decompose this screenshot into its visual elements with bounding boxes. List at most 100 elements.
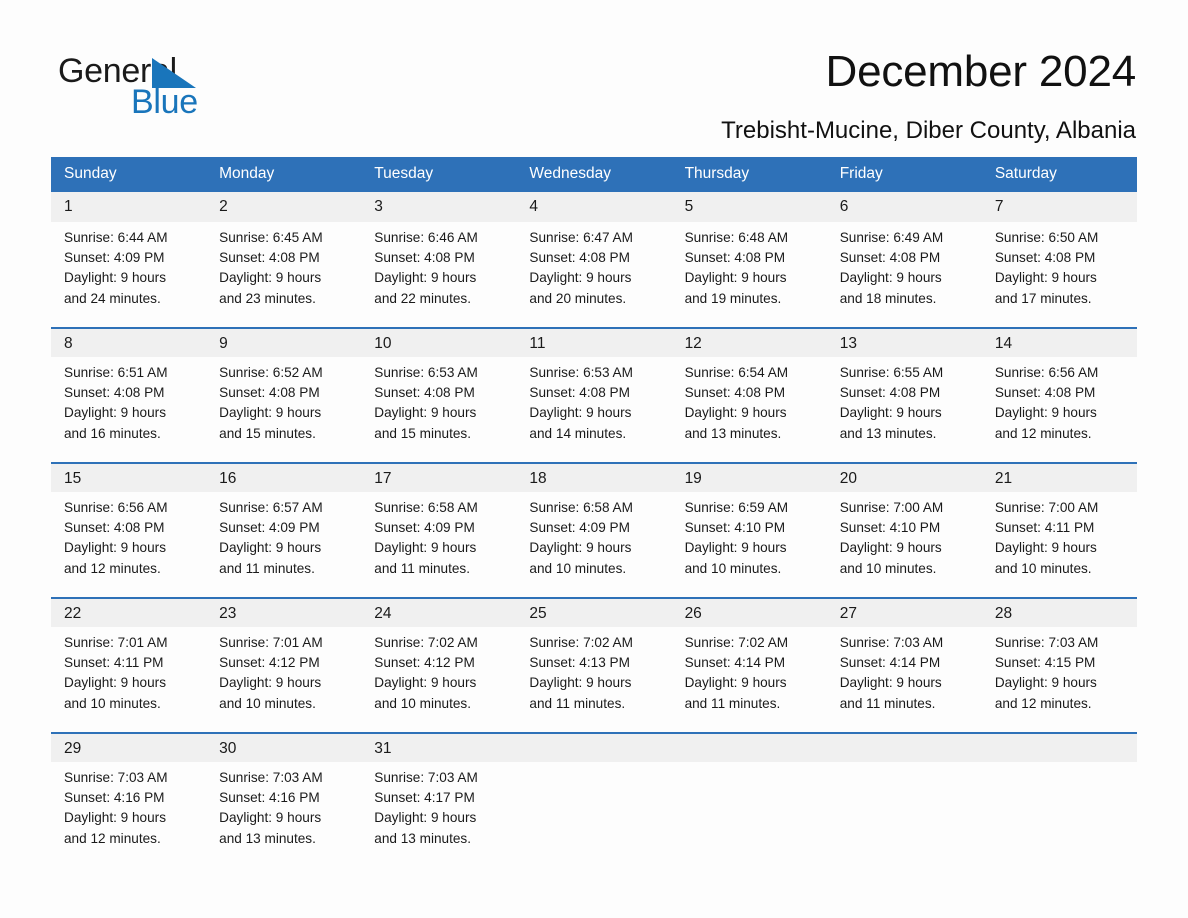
generalblue-logo[interactable]: General Blue	[58, 52, 318, 122]
calendar-day-cell[interactable]: 27 Sunrise: 7:03 AM Sunset: 4:14 PM Dayligh…	[826, 597, 982, 732]
daylight-text-line1: Daylight: 9 hours	[684, 405, 787, 421]
sunset-text: Sunset: 4:11 PM	[64, 655, 164, 671]
calendar-day-cell[interactable]: 1 Sunrise: 6:44 AM Sunset: 4:09 PM Daylight…	[51, 192, 207, 327]
sunset-text: Sunset: 4:08 PM	[529, 250, 630, 266]
calendar-day-cell[interactable]: 17 Sunrise: 6:58 AM Sunset: 4:09 PM Dayligh…	[361, 462, 517, 597]
page-header: General Blue December 2024 Trebisht-Muci…	[0, 0, 1188, 150]
sunrise-text: Sunrise: 6:45 AM	[219, 230, 323, 245]
calendar-day-cell[interactable]: 3 Sunrise: 6:46 AM Sunset: 4:08 PM Daylight…	[361, 192, 517, 327]
daylight-text-line2: and 11 minutes.	[684, 695, 781, 711]
calendar-day-cell[interactable]: 8 Sunrise: 6:51 AM Sunset: 4:08 PM Daylight…	[51, 327, 207, 462]
weekday-header-monday: Monday	[206, 157, 362, 192]
daylight-text-line1: Daylight: 9 hours	[684, 675, 787, 691]
day-number: 20	[826, 462, 982, 492]
calendar-day-cell[interactable]: 31 Sunrise: 7:03 AM Sunset: 4:17 PM Dayligh…	[361, 732, 517, 867]
sunset-text: Sunset: 4:09 PM	[529, 520, 630, 536]
sunset-text: Sunset: 4:17 PM	[374, 790, 475, 806]
calendar-day-cell[interactable]: 21 Sunrise: 7:00 AM Sunset: 4:11 PM Dayligh…	[981, 462, 1137, 597]
day-number: 1	[51, 192, 207, 222]
sunset-text: Sunset: 4:16 PM	[64, 790, 165, 806]
calendar-day-cell[interactable]: 15 Sunrise: 6:56 AM Sunset: 4:08 PM Dayligh…	[51, 462, 207, 597]
day-details: Sunrise: 7:02 AM Sunset: 4:14 PM Daylight:…	[672, 627, 827, 714]
calendar-day-cell[interactable]: 24 Sunrise: 7:02 AM Sunset: 4:12 PM Dayligh…	[361, 597, 517, 732]
daylight-text-line2: and 14 minutes.	[529, 425, 627, 441]
calendar-day-cell[interactable]: 29 Sunrise: 7:03 AM Sunset: 4:16 PM Dayligh…	[51, 732, 207, 867]
daylight-text-line1: Daylight: 9 hours	[374, 540, 477, 556]
page-title: December 2024	[825, 47, 1137, 96]
sunrise-text: Sunrise: 7:03 AM	[839, 635, 944, 650]
day-details: Sunrise: 6:53 AM Sunset: 4:08 PM Daylight:…	[361, 357, 516, 444]
calendar-day-cell[interactable]: 23 Sunrise: 7:01 AM Sunset: 4:12 PM Dayligh…	[206, 597, 362, 732]
calendar-day-cell[interactable]: 4 Sunrise: 6:47 AM Sunset: 4:08 PM Daylight…	[516, 192, 672, 327]
day-number: 10	[361, 327, 517, 357]
daylight-text-line2: and 24 minutes.	[64, 290, 161, 306]
sunrise-text: Sunrise: 7:03 AM	[219, 770, 323, 785]
daylight-text-line2: and 10 minutes.	[64, 695, 161, 711]
sunset-text: Sunset: 4:08 PM	[994, 250, 1096, 266]
day-details: Sunrise: 6:54 AM Sunset: 4:08 PM Daylight:…	[672, 357, 827, 444]
sunrise-text: Sunrise: 6:59 AM	[684, 500, 789, 515]
calendar-day-cell[interactable]: 5 Sunrise: 6:48 AM Sunset: 4:08 PM Daylight…	[671, 192, 827, 327]
daylight-text-line2: and 11 minutes.	[839, 695, 936, 711]
day-details: Sunrise: 7:01 AM Sunset: 4:11 PM Daylight:…	[51, 627, 206, 714]
calendar-day-cell[interactable]: 10 Sunrise: 6:53 AM Sunset: 4:08 PM Dayligh…	[361, 327, 517, 462]
calendar-week-row: 22 Sunrise: 7:01 AM Sunset: 4:11 PM Dayligh…	[51, 597, 1137, 732]
calendar-day-cell[interactable]: 25 Sunrise: 7:02 AM Sunset: 4:13 PM Dayligh…	[516, 597, 672, 732]
sunset-text: Sunset: 4:15 PM	[994, 655, 1096, 671]
calendar-day-cell[interactable]: 18 Sunrise: 6:58 AM Sunset: 4:09 PM Dayligh…	[516, 462, 672, 597]
daylight-text-line2: and 12 minutes.	[64, 830, 161, 846]
day-number	[826, 732, 982, 762]
calendar-day-cell[interactable]: 7 Sunrise: 6:50 AM Sunset: 4:08 PM Daylight…	[981, 192, 1137, 327]
daylight-text-line2: and 13 minutes.	[684, 425, 782, 441]
sunset-text: Sunset: 4:08 PM	[64, 385, 165, 401]
sunrise-text: Sunrise: 7:02 AM	[374, 635, 478, 650]
calendar-day-cell[interactable]: 12 Sunrise: 6:54 AM Sunset: 4:08 PM Dayligh…	[671, 327, 827, 462]
daylight-text-line1: Daylight: 9 hours	[529, 540, 632, 556]
day-number: 25	[516, 597, 672, 627]
day-details: Sunrise: 6:46 AM Sunset: 4:08 PM Daylight:…	[361, 222, 516, 309]
calendar-day-cell[interactable]: 30 Sunrise: 7:03 AM Sunset: 4:16 PM Dayligh…	[206, 732, 362, 867]
sunset-text: Sunset: 4:08 PM	[839, 385, 941, 401]
day-details: Sunrise: 7:03 AM Sunset: 4:16 PM Daylight:…	[206, 762, 361, 849]
sunset-text: Sunset: 4:14 PM	[684, 655, 786, 671]
sunset-text: Sunset: 4:08 PM	[684, 250, 786, 266]
calendar-day-cell[interactable]: 13 Sunrise: 6:55 AM Sunset: 4:08 PM Dayligh…	[826, 327, 982, 462]
day-number: 7	[981, 192, 1137, 222]
calendar-day-cell[interactable]: 16 Sunrise: 6:57 AM Sunset: 4:09 PM Dayligh…	[206, 462, 362, 597]
daylight-text-line1: Daylight: 9 hours	[374, 405, 477, 421]
day-details: Sunrise: 7:01 AM Sunset: 4:12 PM Daylight:…	[206, 627, 361, 714]
calendar-day-cell[interactable]: 20 Sunrise: 7:00 AM Sunset: 4:10 PM Dayligh…	[826, 462, 982, 597]
calendar-day-cell[interactable]: 6 Sunrise: 6:49 AM Sunset: 4:08 PM Daylight…	[826, 192, 982, 327]
day-number: 12	[671, 327, 827, 357]
daylight-text-line1: Daylight: 9 hours	[839, 675, 942, 691]
day-number: 13	[826, 327, 982, 357]
calendar-day-cell[interactable]: 11 Sunrise: 6:53 AM Sunset: 4:08 PM Dayligh…	[516, 327, 672, 462]
sunrise-text: Sunrise: 6:53 AM	[529, 365, 633, 380]
day-number: 18	[516, 462, 672, 492]
daylight-text-line1: Daylight: 9 hours	[529, 675, 632, 691]
day-details: Sunrise: 6:58 AM Sunset: 4:09 PM Daylight:…	[361, 492, 516, 579]
calendar-day-cell[interactable]: 2 Sunrise: 6:45 AM Sunset: 4:08 PM Daylight…	[206, 192, 362, 327]
daylight-text-line1: Daylight: 9 hours	[994, 270, 1097, 286]
day-number: 19	[671, 462, 827, 492]
daylight-text-line2: and 10 minutes.	[529, 560, 627, 576]
calendar-day-cell[interactable]: 26 Sunrise: 7:02 AM Sunset: 4:14 PM Dayligh…	[671, 597, 827, 732]
sunset-text: Sunset: 4:12 PM	[219, 655, 320, 671]
day-details: Sunrise: 6:56 AM Sunset: 4:08 PM Daylight:…	[982, 357, 1137, 444]
sunrise-text: Sunrise: 6:58 AM	[374, 500, 478, 515]
calendar-day-cell[interactable]: 19 Sunrise: 6:59 AM Sunset: 4:10 PM Dayligh…	[671, 462, 827, 597]
calendar-page: General Blue December 2024 Trebisht-Muci…	[0, 0, 1188, 918]
calendar-day-cell[interactable]: 22 Sunrise: 7:01 AM Sunset: 4:11 PM Dayligh…	[51, 597, 207, 732]
sunrise-text: Sunrise: 6:55 AM	[839, 365, 944, 380]
calendar-day-cell[interactable]: 28 Sunrise: 7:03 AM Sunset: 4:15 PM Dayligh…	[981, 597, 1137, 732]
weekday-header-thursday: Thursday	[671, 157, 827, 192]
day-number: 17	[361, 462, 517, 492]
daylight-text-line1: Daylight: 9 hours	[219, 270, 322, 286]
weekday-header-friday: Friday	[826, 157, 982, 192]
day-details: Sunrise: 6:52 AM Sunset: 4:08 PM Daylight:…	[206, 357, 361, 444]
daylight-text-line1: Daylight: 9 hours	[219, 540, 322, 556]
calendar-day-cell[interactable]: 9 Sunrise: 6:52 AM Sunset: 4:08 PM Daylight…	[206, 327, 362, 462]
daylight-text-line2: and 10 minutes.	[994, 560, 1092, 576]
calendar-day-cell[interactable]: 14 Sunrise: 6:56 AM Sunset: 4:08 PM Dayligh…	[981, 327, 1137, 462]
daylight-text-line2: and 20 minutes.	[529, 290, 627, 306]
